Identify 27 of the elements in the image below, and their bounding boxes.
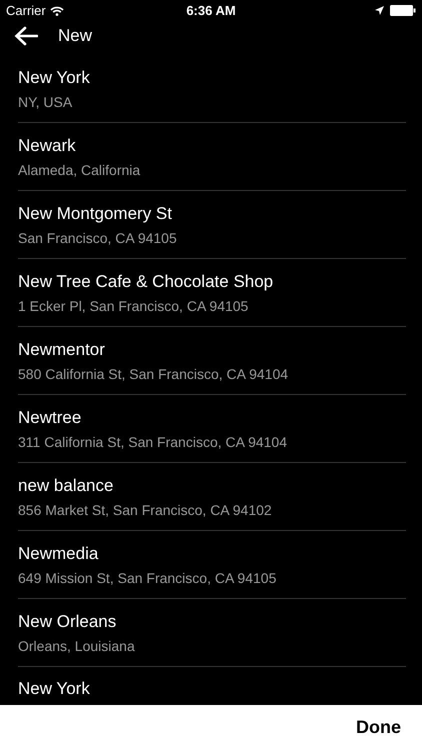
- result-address: Alameda, California: [18, 162, 142, 178]
- result-address: 1 Ecker Pl, San Francisco, CA 94105: [18, 298, 250, 314]
- result-address: 311 California St, San Francisco, CA 94104: [18, 434, 288, 450]
- result-address: 649 Mission St, San Francisco, CA 94105: [18, 570, 278, 586]
- result-address: NY, USA: [18, 94, 74, 110]
- result-address: 856 Market St, San Francisco, CA 94102: [18, 502, 273, 518]
- result-title[interactable]: Newmedia: [18, 544, 406, 564]
- wifi-icon: [50, 6, 64, 16]
- result-title[interactable]: new balance: [18, 476, 406, 496]
- back-button[interactable]: [14, 26, 38, 46]
- battery-icon: [390, 5, 416, 16]
- result-title[interactable]: New York: [18, 679, 406, 699]
- location-arrow-icon: [375, 6, 384, 15]
- search-field[interactable]: New: [58, 26, 178, 46]
- result-address: 580 California St, San Francisco, CA 94104: [18, 366, 290, 382]
- done-button[interactable]: Done: [356, 717, 401, 738]
- status-time: 6:36 AM: [185, 3, 237, 18]
- result-title[interactable]: New Orleans: [18, 612, 406, 632]
- carrier-name: Carrier: [6, 3, 46, 18]
- result-title[interactable]: Newtree: [18, 408, 406, 428]
- result-title[interactable]: New Tree Cafe & Chocolate Shop: [18, 272, 406, 292]
- result-title[interactable]: New Montgomery St: [18, 204, 406, 224]
- result-title[interactable]: Newark: [18, 136, 406, 156]
- result-address: Orleans, Louisiana: [18, 638, 136, 654]
- result-address: San Francisco, CA 94105: [18, 230, 178, 246]
- result-title[interactable]: Newmentor: [18, 340, 406, 360]
- result-title[interactable]: New York: [18, 68, 406, 88]
